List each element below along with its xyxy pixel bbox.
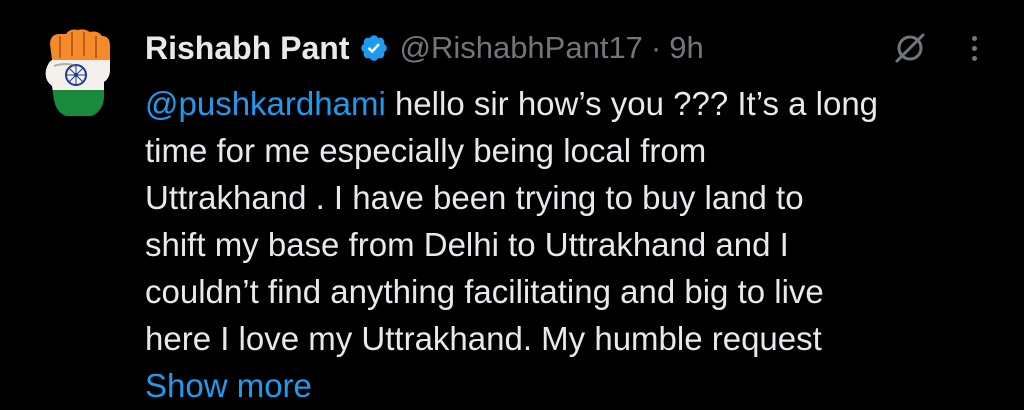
show-more-link[interactable]: Show more [145, 362, 1015, 409]
separator-dot: · [650, 30, 662, 65]
author-name[interactable]: Rishabh Pant [145, 30, 349, 67]
more-dot [971, 45, 977, 51]
verified-badge-icon[interactable] [359, 33, 389, 63]
more-options-icon[interactable] [962, 28, 986, 68]
post-line-1: @pushkardhami hello sir how’s you ??? It… [145, 80, 1015, 127]
more-dot [971, 55, 977, 61]
post-line: Uttrakhand . I have been trying to buy l… [145, 179, 804, 216]
post-line: time for me especially being local from [145, 132, 707, 169]
post-line: here I love my Uttrakhand. My humble req… [145, 320, 822, 357]
more-dot [971, 35, 977, 41]
grok-icon[interactable] [888, 28, 932, 68]
post-line: couldn’t find anything facilitating and … [145, 273, 824, 310]
post-text: @pushkardhami hello sir how’s you ??? It… [145, 80, 1015, 409]
post-header: Rishabh Pant @RishabhPant17 · 9h [145, 24, 704, 72]
avatar[interactable] [36, 26, 120, 122]
post-time[interactable]: 9h [669, 30, 703, 66]
tweet[interactable]: Rishabh Pant @RishabhPant17 · 9h @pushka… [0, 0, 1024, 410]
fist-flag-icon [45, 29, 111, 116]
mention-link[interactable]: @pushkardhami [145, 85, 386, 122]
post-line: shift my base from Delhi to Uttrakhand a… [145, 226, 789, 263]
author-handle[interactable]: @RishabhPant17 [399, 30, 642, 66]
post-line-1-text: hello sir how’s you ??? It’s a long [385, 85, 879, 122]
